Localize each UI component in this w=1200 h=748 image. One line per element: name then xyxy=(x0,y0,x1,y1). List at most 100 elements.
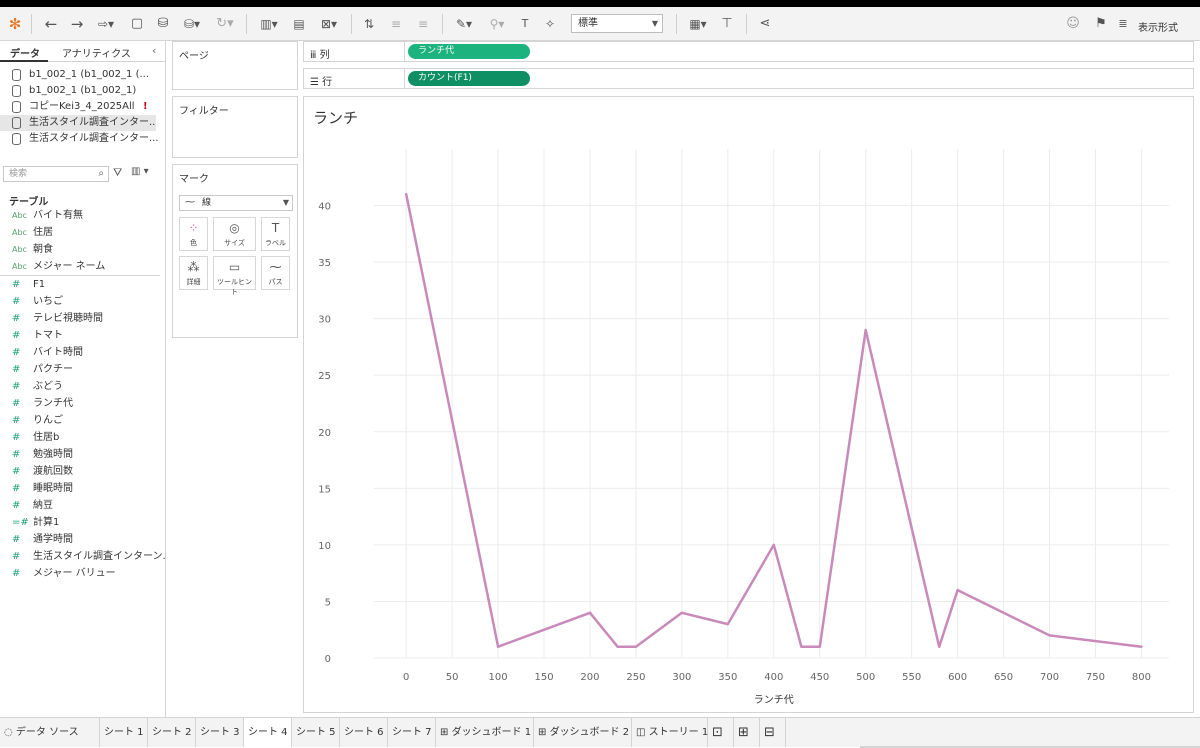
show-me-button[interactable]: 表示形式 xyxy=(1138,19,1178,34)
dimension-field[interactable]: Abc 住居 xyxy=(0,224,165,241)
new-dashboard-icon[interactable]: ⊞ xyxy=(734,718,760,747)
x-axis-title[interactable]: ランチ代 xyxy=(754,694,794,706)
measure-field[interactable]: # パクチー xyxy=(0,361,165,378)
measure-field[interactable]: # メジャー バリュー xyxy=(0,565,165,582)
datasource-item[interactable]: 生活スタイル調査インター... xyxy=(0,131,165,147)
sheet-tab[interactable]: ⊞ ダッシュボード 1 xyxy=(436,718,534,747)
mark-path-button[interactable]: ⁓ パス xyxy=(261,256,290,290)
show-labels-icon[interactable]: T xyxy=(515,14,535,34)
mark-type-select[interactable]: ⁓ 線 ▼ xyxy=(179,195,293,211)
datasource-item[interactable]: b1_002_1 (b1_002_1 (... xyxy=(0,67,165,83)
measure-field[interactable]: # 生活スタイル調査インターン... xyxy=(0,548,165,565)
sheet-tab[interactable]: シート 2 xyxy=(148,718,196,747)
tooltip-icon[interactable]: ⚑ xyxy=(1090,14,1112,34)
fit-select[interactable]: 標準 ▼ xyxy=(571,14,663,33)
dimension-field[interactable]: Abc メジャー ネーム xyxy=(0,258,165,275)
data-point[interactable] xyxy=(772,543,775,547)
rows-shelf[interactable]: ☰ 行 カウント(F1) xyxy=(303,68,1194,89)
data-point[interactable] xyxy=(616,645,619,648)
group-icon[interactable]: ⚲▾ xyxy=(483,14,511,34)
save-icon[interactable]: ▢ xyxy=(127,14,147,34)
redo-dropdown-icon[interactable]: ⇨▾ xyxy=(92,14,120,34)
data-point[interactable] xyxy=(1048,634,1051,637)
measure-field[interactable]: # 納豆 xyxy=(0,497,165,514)
mark-color-button[interactable]: ⁘ 色 xyxy=(179,217,208,251)
measure-field[interactable]: # ランチ代 xyxy=(0,395,165,412)
dimension-field[interactable]: Abc バイト有無 xyxy=(0,207,165,224)
measure-field[interactable]: # 勉強時間 xyxy=(0,446,165,463)
sheet-tab[interactable]: シート 1 xyxy=(100,718,148,747)
sheet-tab[interactable]: シート 7 xyxy=(388,718,436,747)
sort-descending-icon[interactable]: ≡ xyxy=(412,14,434,34)
sort-ascending-icon[interactable]: ≡ xyxy=(385,14,407,34)
view-options-icon[interactable]: ▥ ▾ xyxy=(131,166,149,177)
sheet-tab[interactable]: シート 4 xyxy=(244,718,292,747)
collapse-pane-icon[interactable]: ‹ xyxy=(152,44,156,57)
dimension-field[interactable]: Abc 朝食 xyxy=(0,241,165,258)
measure-field[interactable]: # いちご xyxy=(0,293,165,310)
columns-shelf[interactable]: ⅲ 列 ランチ代 xyxy=(303,41,1194,62)
sheet-tab[interactable]: ◫ ストーリー 1 xyxy=(632,718,708,747)
measure-field[interactable]: # 住居b xyxy=(0,429,165,446)
measure-field[interactable]: # 渡航回数 xyxy=(0,463,165,480)
data-point[interactable] xyxy=(404,193,408,196)
new-datasource-icon[interactable]: ⛁ xyxy=(152,14,174,34)
sheet-tab[interactable]: シート 5 xyxy=(292,718,340,747)
measure-field[interactable]: # テレビ視聴時間 xyxy=(0,310,165,327)
data-point[interactable] xyxy=(588,611,592,614)
share-icon[interactable]: ⋖ xyxy=(754,14,776,34)
clear-sheet-icon[interactable]: ⊠▾ xyxy=(314,14,344,34)
new-story-icon[interactable]: ⊟ xyxy=(760,718,786,747)
datasource-item[interactable]: コピーKei3_4_2025All! xyxy=(0,99,165,115)
sheet-tab[interactable]: シート 6 xyxy=(340,718,388,747)
measure-field[interactable]: # F1 xyxy=(0,276,165,293)
redo-icon[interactable]: → xyxy=(66,14,88,34)
mark-size-button[interactable]: ◎ サイズ xyxy=(213,217,256,251)
data-point[interactable] xyxy=(938,645,941,648)
show-me-icon[interactable]: ≣ xyxy=(1118,14,1128,34)
new-worksheet-icon[interactable]: ▥▾ xyxy=(254,14,284,34)
rows-pill[interactable]: カウント(F1) xyxy=(408,71,530,86)
measure-field[interactable]: # バイト時間 xyxy=(0,344,165,361)
swap-rows-columns-icon[interactable]: ⇅ xyxy=(358,14,380,34)
sheet-tab[interactable]: ◌ データ ソース xyxy=(0,718,100,747)
data-point[interactable] xyxy=(956,588,959,592)
measure-field[interactable]: # りんご xyxy=(0,412,165,429)
data-point[interactable] xyxy=(864,328,867,332)
undo-icon[interactable]: ← xyxy=(40,14,62,34)
mark-detail-button[interactable]: ⁂ 詳細 xyxy=(179,256,208,290)
measure-field[interactable]: # トマト xyxy=(0,327,165,344)
data-point[interactable] xyxy=(1140,645,1143,648)
sheet-tab[interactable]: シート 3 xyxy=(196,718,244,747)
ai-icon[interactable]: ☺ xyxy=(1062,14,1084,34)
data-point[interactable] xyxy=(634,645,638,648)
measure-field[interactable]: # 睡眠時間 xyxy=(0,480,165,497)
tab-analytics[interactable]: アナリティクス xyxy=(62,45,131,60)
line-chart[interactable]: 05101520253035400 50 100 150 200 250 300 350 400… xyxy=(304,97,1193,712)
filters-card[interactable]: フィルター xyxy=(172,96,298,158)
data-point[interactable] xyxy=(726,622,730,626)
presentation-icon[interactable]: ⊤ xyxy=(716,14,738,34)
sheet-tab[interactable]: ⊞ ダッシュボード 2 xyxy=(534,718,632,747)
tableau-logo-icon[interactable]: ✻ xyxy=(6,14,24,34)
pages-card[interactable]: ページ xyxy=(172,41,298,90)
measure-field[interactable]: =# 計算1 xyxy=(0,514,165,531)
pause-updates-icon[interactable]: ⛁▾ xyxy=(178,14,206,34)
mark-tooltip-button[interactable]: ▭ ツールヒント xyxy=(213,256,256,296)
fit-icon[interactable]: ▦▾ xyxy=(684,14,712,34)
highlight-icon[interactable]: ✎▾ xyxy=(450,14,478,34)
datasource-item[interactable]: b1_002_1 (b1_002_1) xyxy=(0,83,165,99)
datasource-item[interactable]: 生活スタイル調査インター... xyxy=(0,115,156,131)
tab-data[interactable]: データ xyxy=(10,45,40,60)
measure-field[interactable]: # ぶどう xyxy=(0,378,165,395)
data-point[interactable] xyxy=(496,645,500,648)
viz-area[interactable]: ランチ 0 5 10 15 20 25 30 35 40 0 50 100 150 200 250 300 35… xyxy=(303,96,1194,713)
columns-pill[interactable]: ランチ代 xyxy=(408,44,530,59)
pin-icon[interactable]: ✧ xyxy=(540,14,560,34)
duplicate-sheet-icon[interactable]: ▤ xyxy=(288,14,310,34)
new-worksheet-icon[interactable]: ⊡ xyxy=(708,718,734,747)
filter-icon[interactable]: ⛛ xyxy=(113,166,122,180)
data-point[interactable] xyxy=(680,611,684,614)
mark-label-button[interactable]: T ラベル xyxy=(261,217,290,251)
data-point[interactable] xyxy=(818,645,821,648)
